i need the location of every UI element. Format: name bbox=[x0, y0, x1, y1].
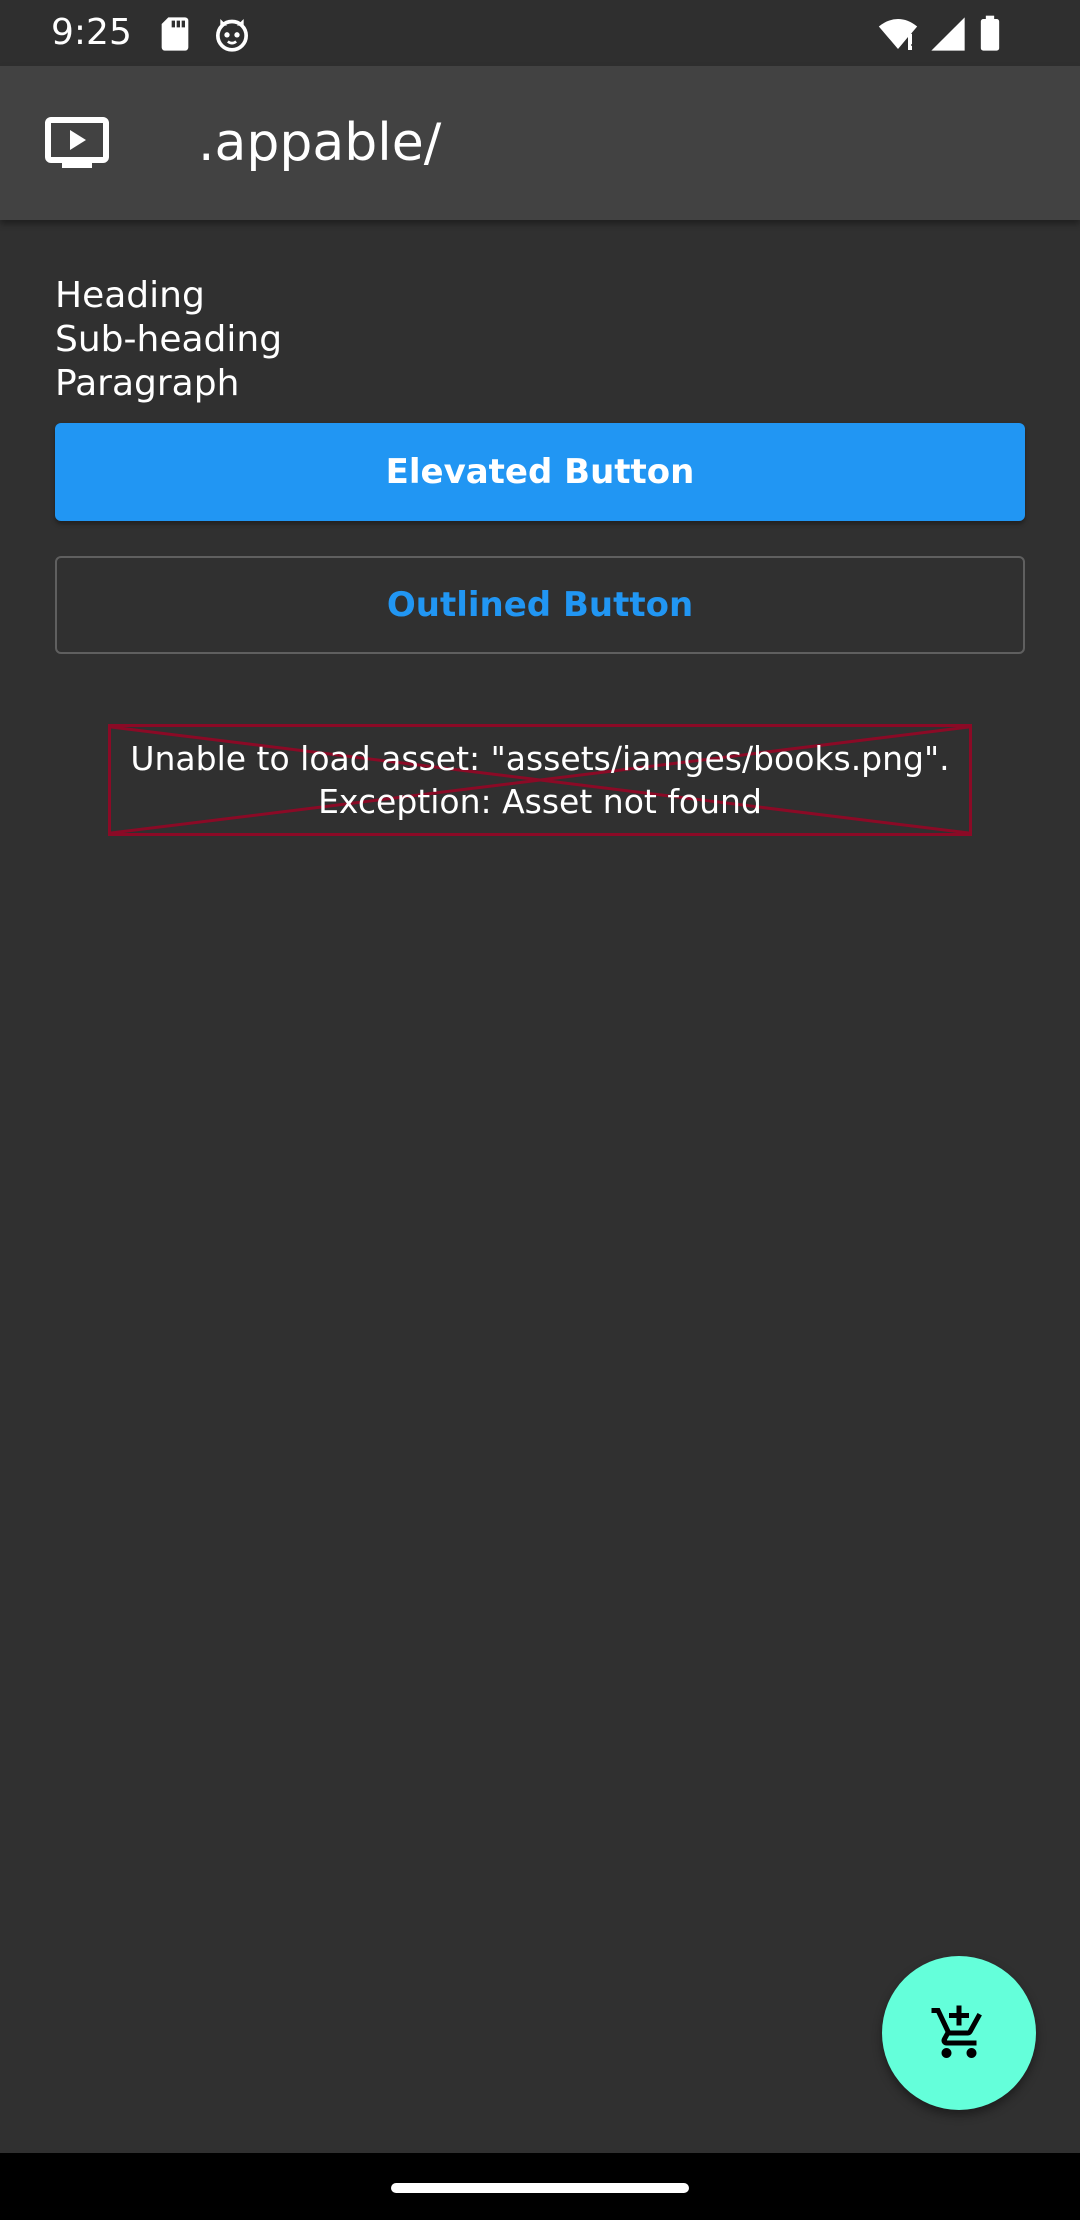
add-to-cart-fab[interactable] bbox=[882, 1956, 1036, 2110]
paragraph-text: Paragraph bbox=[55, 363, 240, 404]
app-bar: .appable/ bbox=[0, 66, 1080, 220]
cat-face-icon bbox=[212, 14, 252, 54]
status-bar: 9:25 bbox=[0, 0, 1080, 66]
sd-card-icon bbox=[155, 14, 195, 54]
heading-text: Heading bbox=[55, 275, 205, 316]
home-gesture-handle[interactable] bbox=[391, 2183, 689, 2193]
outlined-button[interactable]: Outlined Button bbox=[55, 556, 1025, 654]
tv-play-icon[interactable] bbox=[44, 116, 110, 170]
elevated-button[interactable]: Elevated Button bbox=[55, 423, 1025, 521]
app-title: .appable/ bbox=[198, 113, 442, 173]
image-error-placeholder: Unable to load asset: "assets/iamges/boo… bbox=[108, 724, 972, 836]
subheading-text: Sub-heading bbox=[55, 319, 283, 360]
add-shopping-cart-icon bbox=[931, 2005, 982, 2058]
signal-icon bbox=[928, 14, 968, 54]
wifi-alert-icon bbox=[878, 14, 918, 54]
screen: 9:25 .appable/ Heading Sub-heading Parag… bbox=[0, 0, 1080, 2220]
error-message: Unable to load asset: "assets/iamges/boo… bbox=[130, 739, 950, 821]
battery-icon bbox=[976, 14, 1004, 54]
status-time: 9:25 bbox=[51, 12, 132, 53]
navigation-bar bbox=[0, 2153, 1080, 2220]
